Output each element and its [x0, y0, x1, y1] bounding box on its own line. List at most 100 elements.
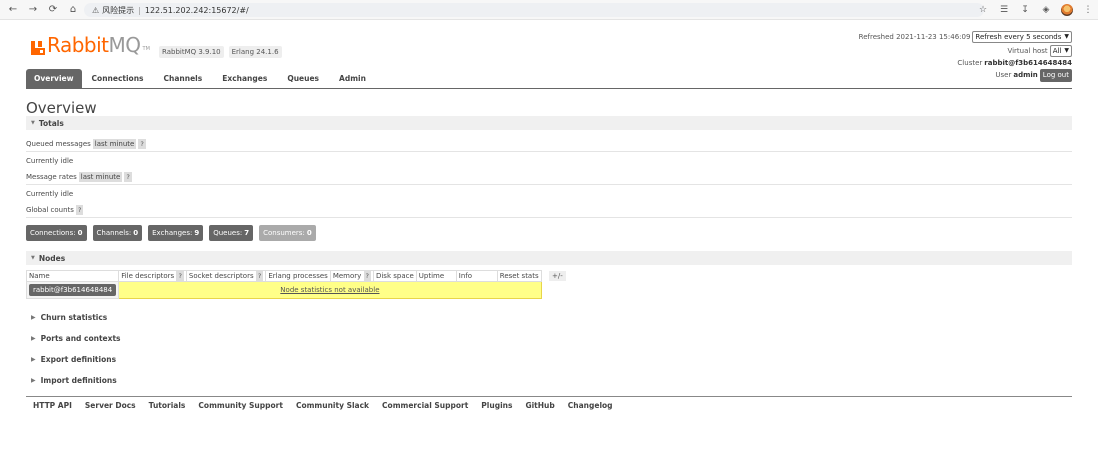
logo-rabbit: Rabbit: [47, 33, 109, 57]
tab-divider: [26, 88, 1072, 89]
column-disk-space: Disk space: [372, 270, 417, 282]
column-file-descriptors: File descriptors ?: [118, 270, 187, 282]
security-label: 风险提示: [102, 5, 135, 15]
footer-link-github[interactable]: GitHub: [525, 401, 554, 410]
tab-overview[interactable]: Overview: [26, 69, 82, 88]
export-definitions-section[interactable]: ▶ Export definitions: [26, 355, 116, 364]
trademark: TM: [142, 46, 150, 52]
channels-count-button[interactable]: Channels: 0: [92, 225, 143, 241]
connections-count-value: 0: [77, 229, 83, 237]
columns-toggle-button[interactable]: +/-: [549, 271, 566, 281]
virtual-host-value: All: [1052, 47, 1062, 55]
cluster-label: Cluster: [957, 59, 983, 67]
favorites-icon[interactable]: ☰: [998, 3, 1010, 17]
help-icon[interactable]: ?: [255, 271, 264, 281]
queues-count-label: Queues:: [213, 229, 243, 237]
node-statistics-unavailable[interactable]: Node statistics not available: [118, 281, 542, 299]
home-icon[interactable]: ⌂: [66, 3, 80, 17]
profile-avatar-icon[interactable]: [1061, 3, 1073, 17]
consumers-count-value: 0: [306, 229, 312, 237]
message-rates-label: Message rates: [26, 173, 77, 181]
totals-label: Totals: [38, 118, 64, 128]
totals-section-header[interactable]: ▼ Totals: [26, 116, 1072, 130]
exchanges-count-value: 9: [194, 229, 200, 237]
user-label: User: [995, 71, 1012, 79]
footer-link-changelog[interactable]: Changelog: [568, 401, 613, 410]
back-arrow-icon[interactable]: ←: [6, 3, 20, 17]
footer-link-server-docs[interactable]: Server Docs: [85, 401, 136, 410]
extensions-icon[interactable]: ◈: [1040, 3, 1052, 17]
section-label: Import definitions: [40, 376, 117, 385]
footer-link-tutorials[interactable]: Tutorials: [149, 401, 186, 410]
column-socket-descriptors: Socket descriptors ?: [185, 270, 267, 282]
chevron-down-icon: ▼: [1064, 33, 1069, 40]
footer-divider: [26, 396, 1072, 397]
nodes-section-header[interactable]: ▼ Nodes: [26, 251, 1072, 265]
bookmark-star-icon[interactable]: ☆: [977, 3, 989, 17]
node-name-link[interactable]: rabbit@f3b614648484: [29, 284, 117, 296]
global-counts-label: Global counts: [26, 206, 74, 214]
refresh-interval-select[interactable]: Refresh every 5 seconds ▼: [972, 31, 1072, 43]
forward-arrow-icon[interactable]: →: [26, 3, 40, 17]
consumers-count-button[interactable]: Consumers: 0: [259, 225, 316, 241]
tab-admin[interactable]: Admin: [329, 69, 376, 88]
footer-link-community-support[interactable]: Community Support: [198, 401, 283, 410]
footer-links: HTTP API Server Docs Tutorials Community…: [33, 401, 613, 410]
main-tabs: Overview Connections Channels Exchanges …: [26, 69, 376, 88]
column-info: Info: [455, 270, 498, 282]
connections-count-label: Connections:: [30, 229, 76, 237]
queued-messages-row: Queued messages last minute ?: [26, 139, 146, 149]
divider: [26, 217, 1072, 218]
import-definitions-section[interactable]: ▶ Import definitions: [26, 376, 117, 385]
queues-count-button[interactable]: Queues: 7: [209, 225, 254, 241]
reload-icon[interactable]: ⟳: [46, 3, 60, 17]
tab-channels[interactable]: Channels: [154, 69, 213, 88]
help-icon[interactable]: ?: [176, 271, 184, 281]
section-label: Ports and contexts: [40, 334, 121, 343]
nodes-label: Nodes: [38, 253, 66, 263]
triangle-right-icon: ▶: [31, 377, 36, 384]
column-name: Name: [25, 270, 120, 282]
download-icon[interactable]: ↧: [1019, 3, 1031, 17]
address-bar[interactable]: ⚠ 风险提示 | 122.51.202.242:15672/#/: [84, 3, 984, 17]
tab-connections[interactable]: Connections: [82, 69, 154, 88]
erlang-version: Erlang 24.1.6: [228, 46, 282, 58]
rabbitmq-version: RabbitMQ 3.9.10: [159, 46, 224, 58]
help-icon[interactable]: ?: [363, 271, 371, 281]
column-label: Socket descriptors: [188, 272, 254, 280]
footer-link-plugins[interactable]: Plugins: [481, 401, 512, 410]
column-label: Erlang processes: [268, 272, 328, 280]
queued-messages-period[interactable]: last minute: [92, 139, 137, 149]
ports-and-contexts-section[interactable]: ▶ Ports and contexts: [26, 334, 121, 343]
column-label: Info: [458, 272, 473, 280]
column-memory: Memory ?: [329, 270, 374, 282]
global-counts: Connections: 0 Channels: 0 Exchanges: 9 Que…: [26, 225, 316, 241]
tab-exchanges[interactable]: Exchanges: [212, 69, 277, 88]
divider: [26, 151, 1072, 152]
queued-messages-help[interactable]: ?: [138, 139, 146, 149]
footer-link-commercial-support[interactable]: Commercial Support: [382, 401, 468, 410]
virtual-host-select[interactable]: All ▼: [1049, 45, 1072, 57]
triangle-right-icon: ▶: [31, 335, 36, 342]
connections-count-button[interactable]: Connections: 0: [26, 225, 87, 241]
global-counts-help[interactable]: ?: [75, 205, 84, 215]
triangle-right-icon: ▶: [31, 356, 36, 363]
section-label: Churn statistics: [40, 313, 108, 322]
footer-link-community-slack[interactable]: Community Slack: [296, 401, 369, 410]
triangle-down-icon: ▼: [31, 120, 35, 126]
triangle-down-icon: ▼: [31, 255, 35, 261]
logout-button[interactable]: Log out: [1039, 69, 1072, 82]
footer-link-http-api[interactable]: HTTP API: [33, 401, 72, 410]
message-rates-period[interactable]: last minute: [78, 172, 123, 182]
message-rates-help[interactable]: ?: [124, 172, 132, 182]
exchanges-count-button[interactable]: Exchanges: 9: [148, 225, 204, 241]
queued-messages-label: Queued messages: [26, 140, 91, 148]
consumers-count-label: Consumers:: [263, 229, 305, 237]
menu-dots-icon[interactable]: ⋮: [1082, 3, 1094, 17]
churn-statistics-section[interactable]: ▶ Churn statistics: [26, 313, 107, 322]
rabbitmq-logo[interactable]: RabbitMQ TM: [31, 35, 150, 55]
column-label: Reset stats: [499, 272, 539, 280]
tab-queues[interactable]: Queues: [277, 69, 329, 88]
logo-mq: MQ: [108, 33, 142, 57]
global-counts-row: Global counts ?: [26, 205, 84, 215]
